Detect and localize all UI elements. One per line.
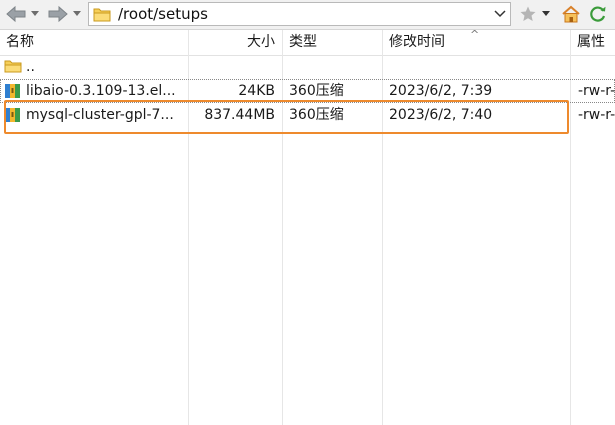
sort-ascending-icon: ^ [470,28,480,41]
refresh-button[interactable] [587,4,609,24]
forward-history-dropdown[interactable] [72,4,82,24]
file-name: libaio-0.3.109-13.el... [26,83,176,99]
path-input[interactable]: /root/setups [88,2,511,26]
file-attributes: -rw-r- [578,83,615,99]
chevron-down-icon [73,11,81,16]
file-modified: 2023/6/2, 7:39 [389,83,493,99]
folder-icon [4,58,22,76]
column-header-attributes[interactable]: 属性 [577,30,605,55]
folder-icon [93,6,111,22]
column-header-modified[interactable]: 修改时间 [389,30,445,55]
refresh-icon [590,6,606,22]
path-dropdown-button[interactable] [492,5,508,23]
column-header-size[interactable]: 大小 [189,30,275,55]
chevron-down-icon [494,10,506,18]
file-name: mysql-cluster-gpl-7... [26,107,174,123]
back-arrow-icon [6,5,26,23]
home-button[interactable] [560,4,582,24]
chevron-down-icon [31,11,39,16]
file-row[interactable]: libaio-0.3.109-13.el... 24KB 360压缩 2023/… [0,79,615,103]
column-header-name[interactable]: 名称 [6,30,34,55]
forward-button[interactable] [46,3,70,25]
archive-icon [4,106,22,124]
path-text: /root/setups [118,5,208,23]
home-icon [562,5,580,23]
file-list-header: 名称 大小 类型 修改时间 属性 [0,30,615,56]
back-button[interactable] [4,3,28,25]
file-row-parent[interactable]: .. [0,55,615,79]
file-row[interactable]: mysql-cluster-gpl-7... 837.44MB 360压缩 20… [0,103,615,127]
file-size: 837.44MB [204,107,275,123]
file-type: 360压缩 [289,83,344,99]
toolbar: /root/setups [0,0,615,30]
chevron-down-icon [542,11,550,16]
file-size: 24KB [238,83,275,99]
file-type: 360压缩 [289,107,344,123]
column-header-type[interactable]: 类型 [289,30,317,55]
archive-icon [4,82,22,100]
file-modified: 2023/6/2, 7:40 [389,107,493,123]
forward-arrow-icon [48,5,68,23]
back-history-dropdown[interactable] [30,4,40,24]
star-icon [520,6,536,21]
file-name: .. [26,59,35,75]
bookmark-button[interactable] [518,4,538,24]
file-attributes: -rw-r- [578,107,615,123]
bookmark-dropdown[interactable] [541,4,551,24]
